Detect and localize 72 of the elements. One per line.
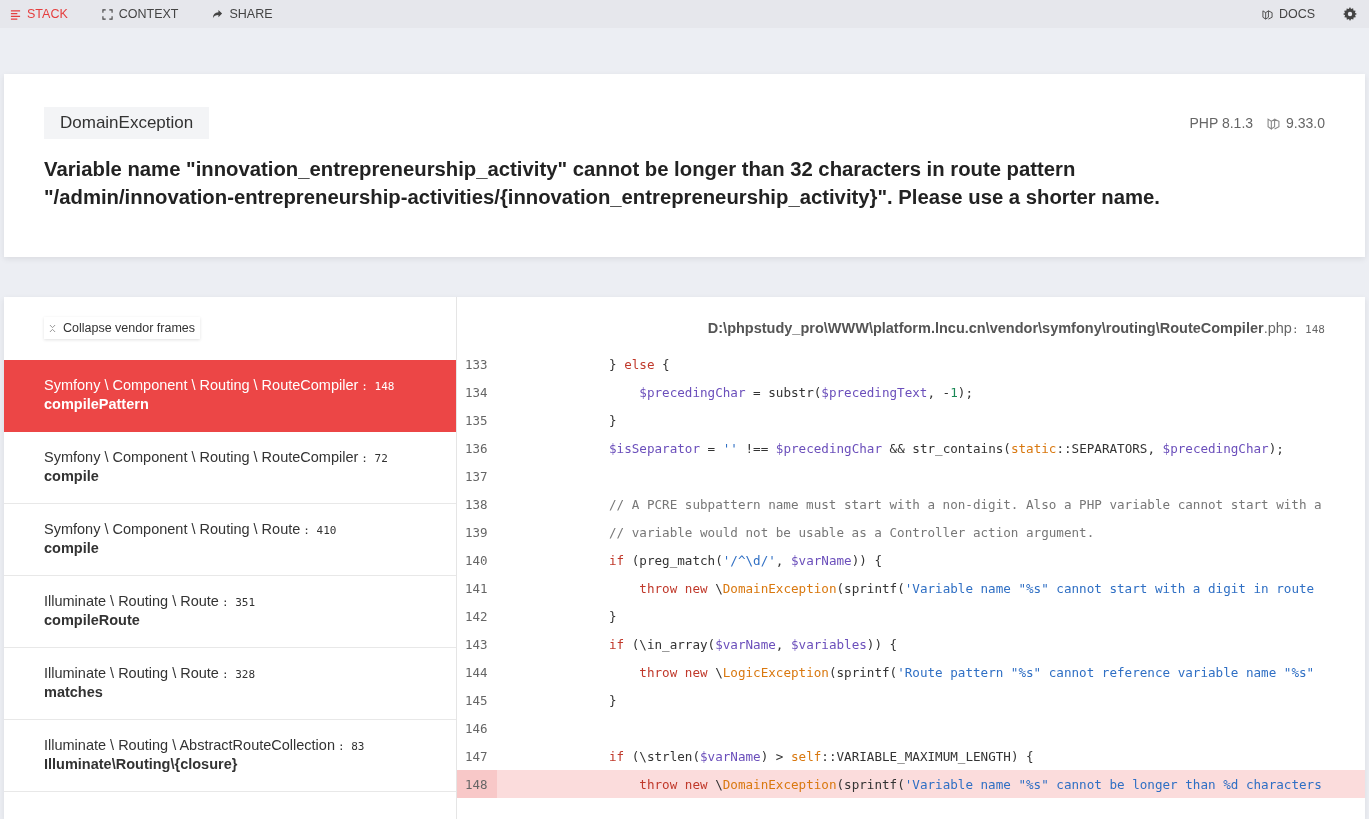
share-icon (212, 8, 224, 20)
frame-class: Symfony \ Component \ Routing \ Route (44, 521, 301, 537)
line-number: 143 (464, 636, 489, 652)
line-number: 142 (464, 608, 489, 624)
file-line: : 148 (1291, 323, 1325, 336)
frame-class: Illuminate \ Routing \ Route (44, 593, 219, 609)
stack-frame[interactable]: Illuminate \ Routing \ Route : 328 matches (4, 648, 456, 720)
code-line: } (608, 692, 617, 708)
line-number: 140 (464, 552, 489, 568)
file-extension: .php (1263, 320, 1292, 336)
line-number: 136 (464, 440, 489, 456)
code-line: // A PCRE subpattern name must start with a non-digit. Also a PHP variable cannot start with a (608, 496, 1322, 512)
line-number: 146 (464, 720, 489, 736)
frame-line: : 410 (303, 524, 337, 537)
stack-frame[interactable]: Illuminate \ Routing \ Route : 351 compileRoute (4, 576, 456, 648)
expand-icon (101, 8, 113, 20)
frame-line: : 83 (337, 740, 365, 753)
code-line: throw new \DomainException(sprintf('Variable name "%s" cannot start with a digit in route (638, 580, 1315, 596)
framework-version: 9.33.0 (1286, 115, 1325, 131)
line-number: 135 (464, 412, 489, 428)
line-number: 144 (464, 664, 489, 680)
code-line: throw new \LogicException(sprintf('Route pattern "%s" cannot reference variable name "%s" (638, 664, 1315, 680)
book-icon (1261, 8, 1273, 20)
line-number: 141 (464, 580, 489, 596)
nav-tab[interactable]: CONTEXT (95, 7, 185, 21)
frame-method: Illuminate\Routing\{closure} (44, 756, 239, 772)
code-line: } (608, 412, 617, 428)
line-number: 139 (464, 524, 489, 540)
frame-class: Illuminate \ Routing \ Route (44, 665, 219, 681)
stack-frame[interactable]: Illuminate \ Routing \ AbstractRouteCollection : 83 Illuminate\Routing\{closure} (4, 720, 456, 792)
frame-method: compile (44, 468, 100, 484)
line-number: 137 (464, 468, 489, 484)
frame-method: matches (44, 684, 104, 700)
collapse-icon (49, 323, 56, 333)
code-line: $precedingChar = substr($precedingText, -1); (638, 384, 973, 400)
stack-frame[interactable]: Symfony \ Component \ Routing \ RouteCompiler : 72 compile (4, 432, 456, 504)
stack-frame[interactable]: Symfony \ Component \ Routing \ Route : 410 compile (4, 504, 456, 576)
frame-class: Symfony \ Component \ Routing \ RouteCompiler (44, 449, 359, 465)
frame-line: : 351 (221, 596, 256, 609)
code-line: $isSeparator = '' !== $precedingChar && str_contains(static::SEPARATORS, $precedingChar); (608, 440, 1284, 456)
line-number: 138 (464, 496, 489, 512)
exception-class-label: DomainException (44, 107, 210, 139)
code-line: if (\strlen($varName) > self::VARIABLE_MAXIMUM_LENGTH) { (608, 748, 1034, 764)
line-number: 133 (464, 356, 489, 372)
code-line: } else { (608, 356, 670, 372)
code-line: } (608, 608, 617, 624)
code-line: // variable would not be usable as a Controller action argument. (608, 524, 1095, 540)
stack-frame[interactable]: Symfony \ Component \ Routing \ RouteCompiler : 148 compilePattern (4, 360, 456, 432)
file-path: D:\phpstudy_pro\WWW\platform.lncu.cn\vendor\symfony\routing\RouteCompiler (707, 320, 1264, 336)
code-line: throw new \DomainException(sprintf('Variable name "%s" cannot be longer than %d characters (638, 776, 1322, 792)
line-number: 145 (464, 692, 489, 708)
code-line: if (\in_array($varName, $variables)) { (608, 636, 898, 652)
nav-tab[interactable]: SHARE (206, 7, 279, 21)
frame-line: : 148 (361, 380, 395, 393)
frame-method: compileRoute (44, 612, 141, 628)
list-icon (10, 8, 21, 20)
code-line: if (preg_match('/^\d/', $varName)) { (608, 552, 882, 568)
framework-logo-icon (1267, 116, 1281, 130)
line-number: 147 (464, 748, 489, 764)
frame-class: Illuminate \ Routing \ AbstractRouteCollection (44, 737, 335, 753)
frame-line: : 328 (221, 668, 256, 681)
frame-method: compilePattern (44, 396, 150, 412)
line-number: 148 (457, 770, 497, 798)
php-version: PHP 8.1.3 (1189, 115, 1254, 131)
frame-line: : 72 (361, 452, 388, 465)
settings-icon[interactable] (1343, 7, 1357, 21)
docs-link[interactable]: DOCS (1255, 7, 1321, 21)
line-number: 134 (464, 384, 489, 400)
frame-method: compile (44, 540, 100, 556)
frame-class: Symfony \ Component \ Routing \ RouteCompiler (44, 377, 359, 393)
collapse-vendor-frames-button[interactable]: Collapse vendor frames (44, 317, 200, 339)
exception-message: Variable name "innovation_entrepreneurship_activity" cannot be longer than 32 characters in route pattern "/admin/innovation-entrepreneurship-activities/{innovation_entrepreneurship_activity}". Please use a shorter name. (44, 157, 1161, 210)
